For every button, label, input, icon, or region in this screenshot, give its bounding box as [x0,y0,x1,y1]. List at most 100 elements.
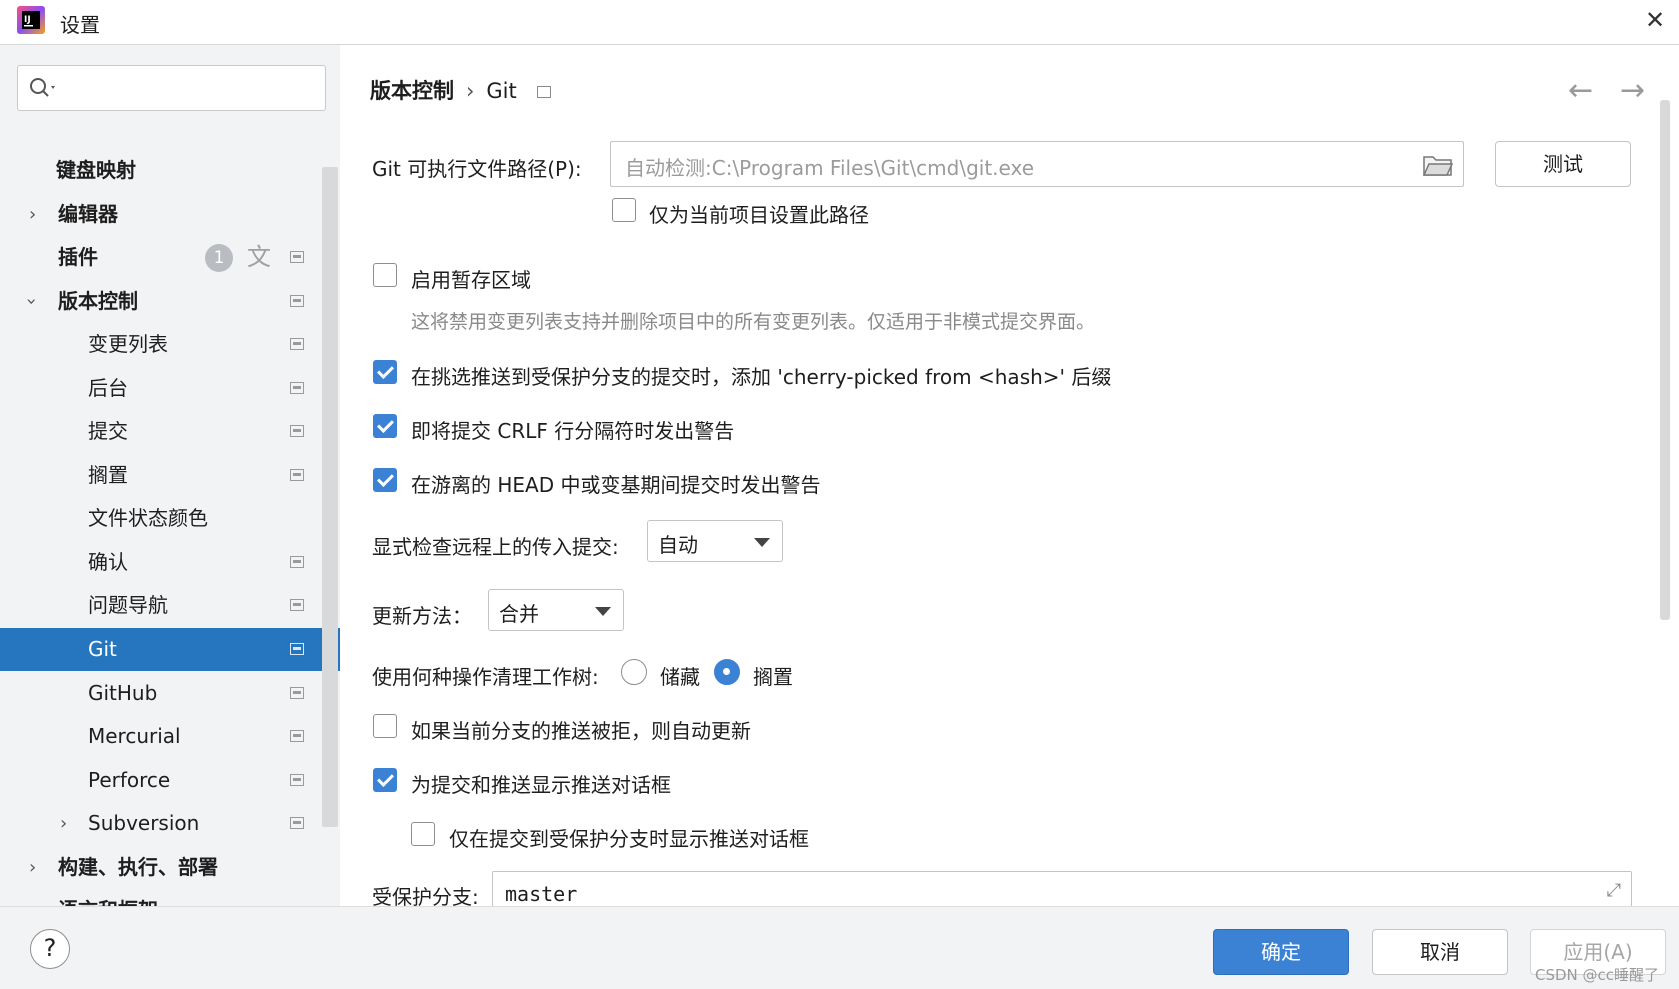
sidebar-item-label: 提交 [88,419,128,443]
git-path-placeholder: 自动检测:C:\Program Files\Git\cmd\git.exe [625,156,1035,180]
project-settings-icon [290,469,304,481]
push-dialog-label: 为提交和推送显示推送对话框 [411,773,671,797]
sidebar-item-commit[interactable]: 提交 [0,410,340,453]
app-logo-icon: IJ [17,6,45,34]
sidebar-item-subversion[interactable]: › Subversion [0,802,340,845]
ok-button[interactable]: 确定 [1213,929,1349,975]
sidebar-item-label: Perforce [88,768,171,792]
git-path-label: Git 可执行文件路径(P): [372,157,582,181]
sidebar-item-label: 变更列表 [88,332,168,356]
breadcrumb-parent[interactable]: 版本控制 [370,75,454,105]
auto-update-label: 如果当前分支的推送被拒，则自动更新 [411,719,751,743]
protected-branches-field[interactable]: master ⤢ [492,871,1632,906]
project-settings-icon [290,599,304,611]
detached-head-warning-checkbox[interactable] [373,468,397,492]
update-count-badge: 1 [205,244,233,272]
detached-head-warning-label: 在游离的 HEAD 中或变基期间提交时发出警告 [411,473,821,497]
sidebar-item-perforce[interactable]: Perforce [0,759,340,802]
chevron-right-icon[interactable]: › [29,193,36,236]
sidebar-item-label: 插件 [58,245,98,269]
settings-sidebar: 键盘映射 › 编辑器 插件 1 文 › 版本控制 变更列表 后台 提交 搁置 文… [0,45,340,906]
git-path-field[interactable]: 自动检测:C:\Program Files\Git\cmd\git.exe [610,141,1464,187]
sidebar-item-changelists[interactable]: 变更列表 [0,323,340,366]
incoming-commits-select[interactable]: 自动 [647,520,783,562]
staging-area-checkbox[interactable] [373,263,397,287]
sidebar-item-version-control[interactable]: › 版本控制 [0,280,340,323]
sidebar-item-shelf[interactable]: 搁置 [0,454,340,497]
sidebar-item-background[interactable]: 后台 [0,367,340,410]
sidebar-item-confirmation[interactable]: 确认 [0,541,340,584]
incoming-commits-value: 自动 [658,533,698,557]
push-dialog-protected-label: 仅在提交到受保护分支时显示推送对话框 [449,827,809,851]
breadcrumb-current: Git [486,79,517,103]
chevron-right-icon[interactable]: › [29,889,36,906]
sidebar-item-build-execution-deployment[interactable]: › 构建、执行、部署 [0,846,340,889]
project-settings-icon [290,382,304,394]
sidebar-scrollbar[interactable] [322,167,338,827]
update-method-select[interactable]: 合并 [488,589,624,631]
auto-update-checkbox[interactable] [373,714,397,738]
search-input[interactable] [17,65,326,111]
sidebar-item-label: 构建、执行、部署 [58,855,218,879]
crlf-warning-checkbox[interactable] [373,414,397,438]
clean-stash-radio[interactable] [621,659,647,685]
forward-arrow-icon[interactable]: → [1620,73,1645,108]
cherry-pick-checkbox[interactable] [373,360,397,384]
project-settings-icon [290,425,304,437]
project-settings-icon [290,251,304,263]
project-only-label: 仅为当前项目设置此路径 [649,203,869,227]
folder-icon[interactable] [1423,154,1453,176]
title-bar: IJ 设置 ✕ [0,0,1679,45]
sidebar-item-label: Mercurial [88,724,181,748]
clean-working-tree-label: 使用何种操作清理工作树: [372,665,599,689]
sidebar-item-label: 语言和框架 [58,889,158,906]
project-settings-icon [290,643,304,655]
sidebar-item-label: Git [88,637,117,661]
close-icon[interactable]: ✕ [1645,6,1665,34]
project-settings-icon [536,86,551,98]
sidebar-item-label: 后台 [88,376,128,400]
main-scrollbar[interactable] [1660,100,1670,620]
sidebar-item-git[interactable]: Git [0,628,340,671]
sidebar-item-languages-frameworks[interactable]: › 语言和框架 [0,889,340,906]
project-only-checkbox[interactable] [612,198,636,222]
chevron-right-icon[interactable]: › [29,846,36,889]
sidebar-item-label: 键盘映射 [56,158,136,182]
sidebar-item-label: Subversion [88,811,200,835]
staging-area-hint: 这将禁用变更列表支持并删除项目中的所有变更列表。仅适用于非模式提交界面。 [411,311,1096,333]
sidebar-item-mercurial[interactable]: Mercurial [0,715,340,758]
project-settings-icon [290,295,304,307]
back-arrow-icon[interactable]: ← [1568,73,1593,108]
push-dialog-checkbox[interactable] [373,768,397,792]
sidebar-item-label: 文件状态颜色 [88,506,208,530]
project-settings-icon [290,687,304,699]
project-settings-icon [290,556,304,568]
chevron-down-icon[interactable]: › [10,298,53,305]
sidebar-item-editor[interactable]: › 编辑器 [0,193,340,236]
chevron-right-icon[interactable]: › [60,802,67,845]
expand-icon[interactable]: ⤢ [1607,880,1621,901]
protected-branches-value: master [505,882,578,906]
dialog-footer: ? 确定 取消 应用(A) CSDN @cc睡醒了 [0,906,1679,989]
update-method-label: 更新方法： [372,604,472,628]
cancel-button[interactable]: 取消 [1372,929,1508,975]
cherry-pick-label: 在挑选推送到受保护分支的提交时，添加 'cherry-picked from <… [411,365,1112,389]
search-icon [30,78,55,97]
clean-shelve-label: 搁置 [753,665,793,689]
clean-shelve-radio[interactable] [714,659,740,685]
test-button[interactable]: 测试 [1495,141,1631,187]
sidebar-item-plugins[interactable]: 插件 1 文 [0,236,340,279]
sidebar-item-github[interactable]: GitHub [0,672,340,715]
crlf-warning-label: 即将提交 CRLF 行分隔符时发出警告 [411,419,735,443]
sidebar-item-issue-navigation[interactable]: 问题导航 [0,584,340,627]
sidebar-item-keymap[interactable]: 键盘映射 [0,149,340,192]
settings-main-panel: 版本控制 › Git ← → Git 可执行文件路径(P): 自动检测:C:\Pro… [340,45,1679,906]
project-settings-icon [290,338,304,350]
sidebar-item-label: 版本控制 [58,289,138,313]
breadcrumb: 版本控制 › Git [370,75,551,105]
svg-text:IJ: IJ [24,15,31,25]
help-button[interactable]: ? [30,929,70,969]
push-dialog-protected-checkbox[interactable] [411,822,435,846]
sidebar-item-file-status-colors[interactable]: 文件状态颜色 [0,497,340,540]
staging-area-label: 启用暂存区域 [411,268,531,292]
